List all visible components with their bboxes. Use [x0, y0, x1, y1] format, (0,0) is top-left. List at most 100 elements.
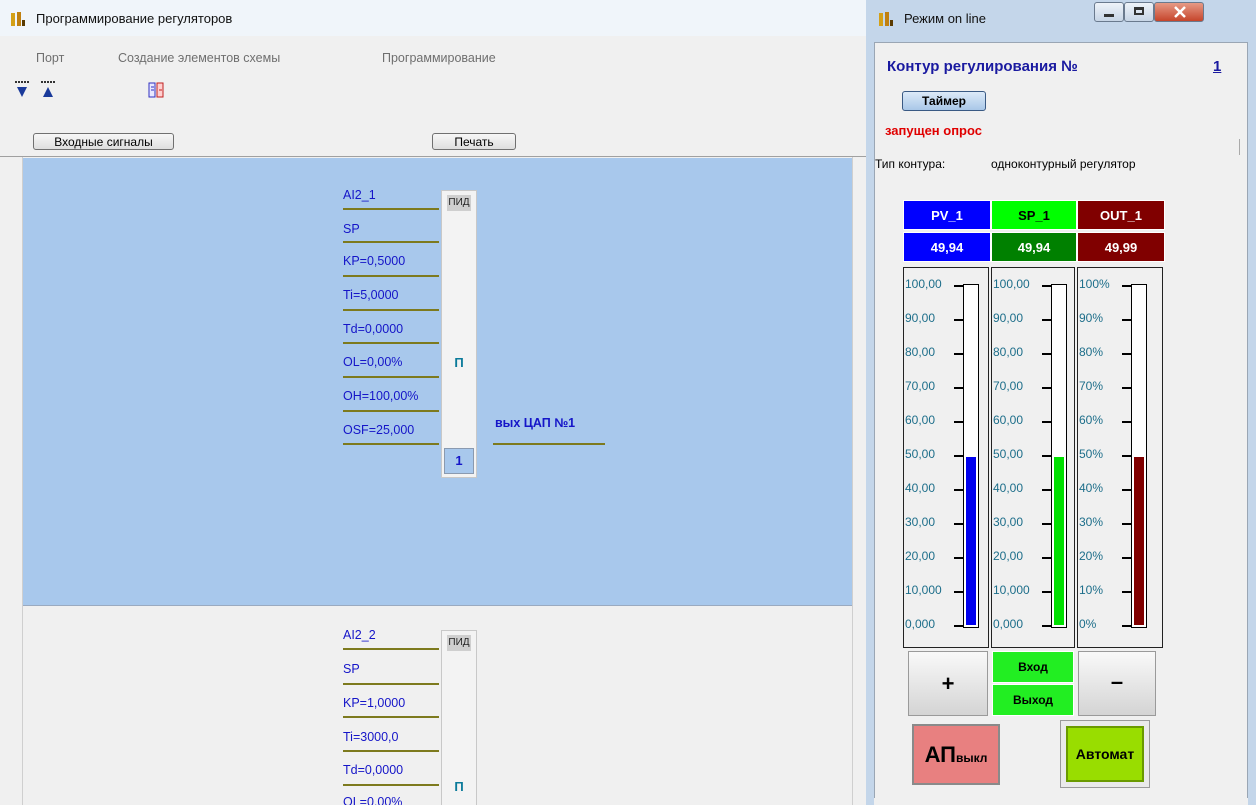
auto-button-frame[interactable]: Автомат — [1060, 720, 1150, 788]
contour-title: Контур регулирования № — [887, 58, 1078, 75]
menu-create-elements[interactable]: Создание элементов схемы — [118, 51, 280, 65]
gauge-tick — [954, 421, 963, 423]
app-icon — [11, 12, 25, 26]
minimize-button[interactable] — [1094, 2, 1124, 22]
online-window: Режим on line Контур регулирования № 1 Т… — [866, 0, 1256, 805]
gauge-scale-label: 80,00 — [993, 345, 1024, 359]
side-handle — [1239, 139, 1250, 155]
gauge-tick — [1042, 557, 1051, 559]
gauge-scale-label: 30,00 — [905, 515, 936, 529]
gauge-scale-label: 80,00 — [905, 345, 936, 359]
ap-off-button[interactable]: АПвыкл — [912, 724, 1000, 785]
menu-port[interactable]: Порт — [36, 51, 64, 65]
ap-sub-label: выкл — [956, 751, 988, 765]
sp-value: 49,94 — [991, 232, 1077, 262]
block-param: KP=0,5000 — [343, 254, 406, 268]
canvas-scrollbar[interactable] — [852, 157, 866, 805]
gauge-tick — [1042, 523, 1051, 525]
input-signals-button[interactable]: Входные сигналы — [33, 133, 174, 150]
gauge-tick — [1122, 421, 1131, 423]
auto-button[interactable]: Автомат — [1066, 726, 1144, 782]
gauge-scale-label: 30,00 — [993, 515, 1024, 529]
gauge-tube — [963, 284, 979, 628]
block-param: KP=1,0000 — [343, 696, 406, 710]
output-line — [493, 443, 605, 445]
signal-line — [343, 309, 439, 311]
signal-line — [343, 342, 439, 344]
scheme-canvas: AI2_1 SP KP=0,5000 Ti=5,0000 Td=0,0000 O… — [0, 156, 866, 805]
print-button[interactable]: Печать — [432, 133, 516, 150]
gauge-tick — [1122, 489, 1131, 491]
block-output-label: вых ЦАП №1 — [495, 416, 576, 430]
output-mode-label: Выход — [992, 684, 1074, 716]
signal-line — [343, 410, 439, 412]
online-title-bar: Режим on line — [866, 0, 1256, 40]
signal-line — [343, 275, 439, 277]
menu-programming[interactable]: Программирование — [382, 51, 496, 65]
toolbar — [0, 78, 866, 104]
gauge-scale-label: 100% — [1079, 277, 1110, 291]
block-input-label: AI2_1 — [343, 188, 376, 202]
gauge-tick — [954, 489, 963, 491]
main-title-bar: Программирование регуляторов — [0, 0, 866, 36]
block-param: SP — [343, 222, 360, 236]
main-window: Программирование регуляторов Порт Создан… — [0, 0, 866, 805]
block-param: Ti=3000,0 — [343, 730, 399, 744]
gauge-scale-label: 50% — [1079, 447, 1104, 461]
out-gauge: 100% 90% 80% 70% 60% 50% 40% 30% 20% 10% 0% — [1077, 267, 1163, 648]
gauge-scale-label: 40,00 — [905, 481, 936, 495]
gauge-tick — [1122, 523, 1131, 525]
gauge-tick — [954, 523, 963, 525]
gauge-tick — [1122, 387, 1131, 389]
gauge-fill — [1134, 457, 1144, 625]
out-value: 49,99 — [1077, 232, 1165, 262]
contour-type-label: Тип контура: — [875, 157, 946, 171]
block-input-label: AI2_2 — [343, 628, 376, 642]
gauge-tick — [1122, 353, 1131, 355]
pid-regulator-box[interactable]: ПИД П 1 — [441, 190, 477, 478]
gauge-tick — [954, 455, 963, 457]
gauge-tick — [1042, 421, 1051, 423]
gauge-fill — [1054, 457, 1064, 625]
close-icon — [1174, 6, 1186, 18]
timer-button[interactable]: Таймер — [902, 91, 986, 111]
main-window-title: Программирование регуляторов — [36, 11, 233, 26]
pid-number: 1 — [444, 448, 474, 474]
online-window-title: Режим on line — [904, 11, 986, 26]
contour-number[interactable]: 1 — [1213, 58, 1221, 75]
pid-block-2[interactable]: AI2_2 SP KP=1,0000 Ti=3000,0 Td=0,0000 O… — [23, 606, 852, 805]
increase-button[interactable]: + — [908, 651, 988, 716]
pid-mode-label: П — [454, 355, 464, 370]
gauge-scale-label: 80% — [1079, 345, 1104, 359]
gauge-scale-label: 60,00 — [905, 413, 936, 427]
gauge-tick — [1122, 625, 1131, 627]
gauge-tick — [954, 353, 963, 355]
gauge-tick — [954, 625, 963, 627]
gauge-tick — [1042, 353, 1051, 355]
pid-type-label: ПИД — [447, 195, 471, 211]
maximize-icon — [1134, 7, 1144, 15]
pid-block-1[interactable]: AI2_1 SP KP=0,5000 Ti=5,0000 Td=0,0000 O… — [23, 158, 852, 606]
block-param: SP — [343, 662, 360, 676]
decrease-button[interactable]: – — [1078, 651, 1156, 716]
polling-status: запущен опрос — [885, 123, 982, 138]
pid-type-label: ПИД — [447, 635, 471, 651]
block-param: Td=0,0000 — [343, 322, 404, 336]
gauge-scale-label: 40,00 — [993, 481, 1024, 495]
scheme-icon[interactable] — [146, 80, 166, 100]
gauge-tick — [1042, 319, 1051, 321]
signal-line — [343, 716, 439, 718]
upload-icon[interactable] — [38, 80, 58, 100]
signal-line — [343, 208, 439, 210]
input-mode-label: Вход — [992, 651, 1074, 683]
gauge-scale-label: 60,00 — [993, 413, 1024, 427]
minimize-icon — [1104, 14, 1114, 17]
gauge-scale-label: 0,000 — [993, 617, 1024, 631]
gauge-tube — [1051, 284, 1067, 628]
download-icon[interactable] — [12, 80, 32, 100]
maximize-button[interactable] — [1124, 2, 1154, 22]
close-button[interactable] — [1154, 2, 1204, 22]
gauge-scale-label: 90,00 — [993, 311, 1024, 325]
contour-type-value: одноконтурный регулятор — [991, 157, 1136, 171]
pid-regulator-box[interactable]: ПИД П — [441, 630, 477, 805]
